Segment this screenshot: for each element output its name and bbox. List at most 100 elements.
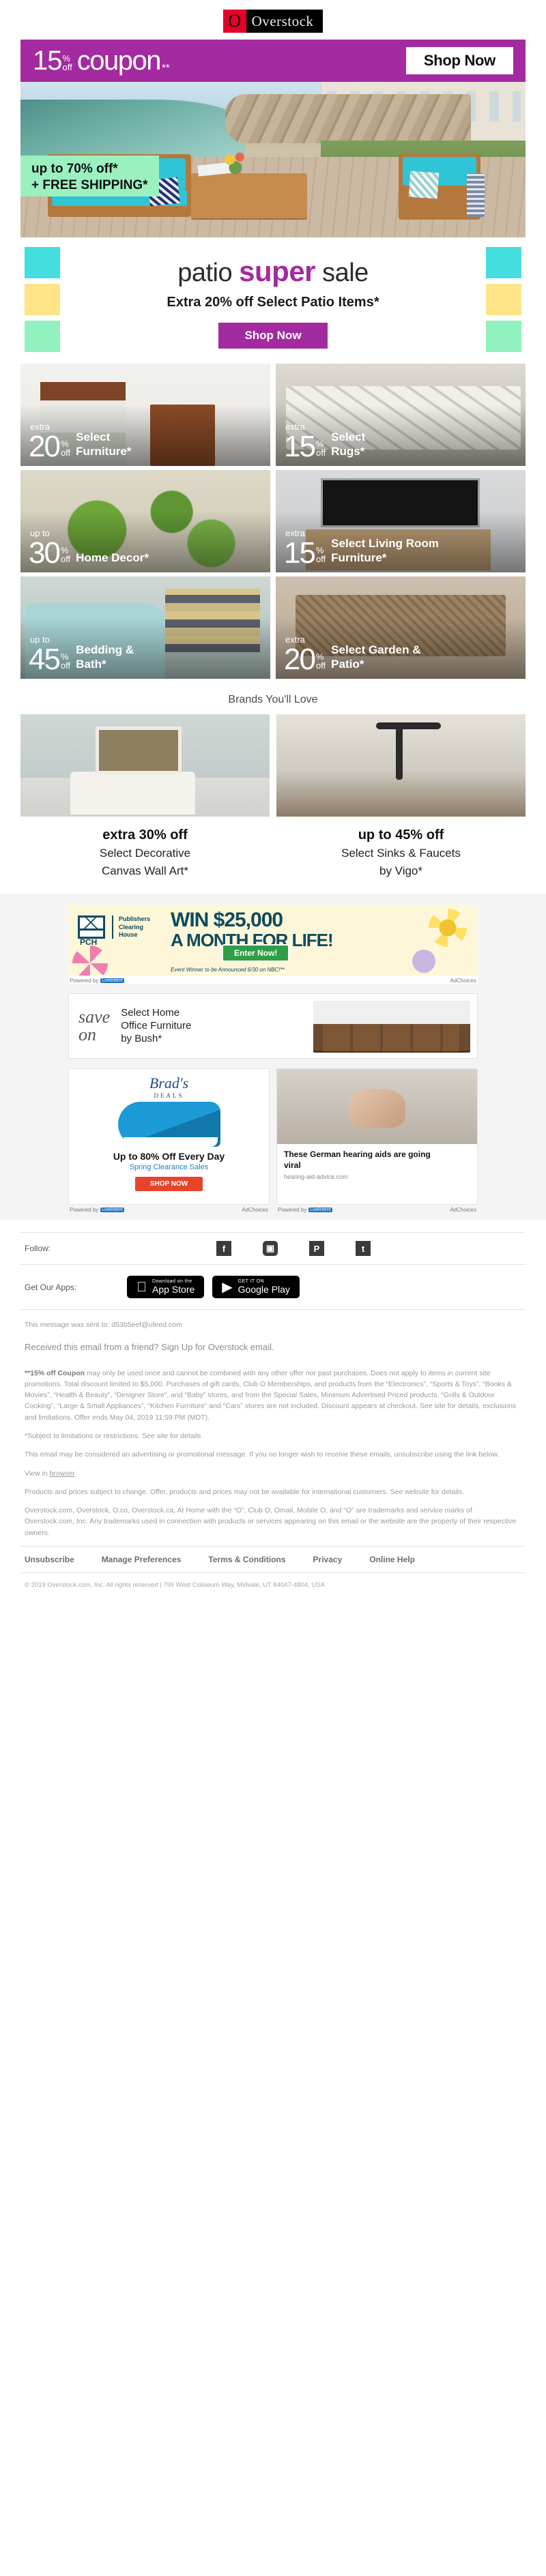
swatch-teal	[486, 247, 521, 278]
sale-subtitle: Extra 20% off Select Patio Items*	[167, 295, 379, 310]
pch-headline-line1: WIN $25,000	[171, 909, 283, 932]
hero-offer-badge: up to 70% off* + FREE SHIPPING*	[20, 156, 159, 196]
pch-word-line3: House	[119, 931, 138, 938]
brand-headline: up to 45% off	[358, 828, 444, 843]
browser-link[interactable]: browser	[50, 1469, 75, 1478]
tile-off: off	[315, 660, 326, 671]
offer-tile-bedding-bath[interactable]: up to 45 % off Bedding & Bath*	[20, 576, 270, 679]
brads-subheadline: Spring Clearance Sales	[129, 1163, 209, 1172]
offer-tile-garden-patio[interactable]: extra 20 % off Select Garden & Patio*	[276, 576, 526, 679]
tile-off: off	[60, 448, 71, 458]
friend-signup-text[interactable]: Received this email from a friend? Sign …	[25, 1341, 521, 1354]
left-color-swatches	[25, 247, 60, 357]
coupon-off-word: off	[62, 62, 72, 72]
hearing-ad-meta: Powered by LiveIntent AdChoices	[276, 1205, 478, 1213]
brands-grid: extra 30% off Select Decorative Canvas W…	[20, 714, 526, 879]
swatch-mint	[25, 321, 60, 352]
bush-line2: Office Furniture	[121, 1019, 192, 1031]
brand-card-canvas-art[interactable]: extra 30% off Select Decorative Canvas W…	[20, 714, 270, 879]
pch-enter-now-button[interactable]: Enter Now!	[222, 944, 290, 963]
brands-section-title: Brands You'll Love	[228, 694, 318, 705]
pch-abbr: PCH	[80, 937, 98, 948]
facebook-icon[interactable]: f	[216, 1241, 231, 1257]
offer-tile-rugs[interactable]: extra 15 % off Select Rugs*	[276, 364, 526, 466]
sale-shop-now-button[interactable]: Shop Now	[218, 323, 328, 349]
offer-tile-living-room[interactable]: extra 15 % off Select Living Room Furnit…	[276, 470, 526, 572]
trademark-note: Overstock.com, Overstock, O.co, Overstoc…	[25, 1506, 517, 1537]
promotional-note: This email may be considered an advertis…	[25, 1450, 500, 1459]
adchoices-link[interactable]: AdChoices	[450, 1207, 476, 1213]
brand-header: O Overstock	[0, 0, 546, 40]
tile-number: 15	[284, 536, 316, 570]
hero-patio-image[interactable]: up to 70% off* + FREE SHIPPING*	[20, 82, 526, 237]
google-play-button[interactable]: ▶ GET IT ON Google Play	[212, 1276, 300, 1299]
pch-banner[interactable]: PCH Publishers Clearing House WIN $25,00…	[68, 905, 478, 976]
brads-logo-sub: DEALS	[154, 1092, 184, 1100]
powered-by-label: Powered by	[278, 1207, 307, 1214]
offer-tile-home-decor[interactable]: up to 30 % off Home Decor*	[20, 470, 270, 572]
bush-save-group: save on	[78, 1008, 110, 1044]
tile-label: Bedding & Bath*	[76, 643, 134, 672]
overstock-logo[interactable]: O Overstock	[222, 10, 324, 33]
tile-label-line1: Select	[76, 430, 111, 443]
pinterest-icon[interactable]: P	[309, 1241, 324, 1257]
tile-number: 15	[284, 429, 316, 463]
powered-by-label: Powered by	[70, 1207, 99, 1214]
tile-label-line1: Select Garden &	[331, 643, 421, 656]
patio-super-sale-section: patio super sale Extra 20% off Select Pa…	[20, 237, 526, 364]
app-store-button[interactable]:  Download on the App Store	[127, 1276, 205, 1299]
coupon-text: 15 % off coupon **	[33, 47, 406, 74]
instagram-icon[interactable]: ▣	[263, 1241, 278, 1257]
tile-label-line2: Patio*	[331, 657, 364, 671]
coupon-section: 15 % off coupon ** Shop Now up to 70% of…	[20, 40, 526, 237]
pch-ad[interactable]: PCH Publishers Clearing House WIN $25,00…	[68, 905, 478, 984]
app-download-bar: Get Our Apps:  Download on the App Stor…	[20, 1265, 526, 1311]
advertisement-zone: PCH Publishers Clearing House WIN $25,00…	[0, 894, 546, 1220]
adchoices-link[interactable]: AdChoices	[242, 1207, 268, 1213]
brads-shop-now-button[interactable]: SHOP NOW	[134, 1177, 203, 1192]
hearing-aids-ad[interactable]: These German hearing aids are going vira…	[276, 1068, 478, 1205]
subject-to-note: *Subject to limitations or restrictions.…	[25, 1432, 201, 1440]
tile-offer: 20 % off Select Furniture*	[29, 430, 263, 461]
offer-tile-furniture[interactable]: extra 20 % off Select Furniture*	[20, 364, 270, 466]
coupon-bar: 15 % off coupon ** Shop Now	[20, 40, 526, 82]
adchoices-link[interactable]: AdChoices	[450, 978, 476, 984]
brads-deals-ad[interactable]: Brad's DEALS Up to 80% Off Every Day Spr…	[68, 1068, 270, 1205]
bush-save-word: save	[78, 1007, 111, 1027]
flower-pink-icon	[72, 946, 108, 976]
patio-chair-decoration	[399, 154, 485, 220]
view-in-browser: View in browser	[25, 1468, 521, 1479]
tile-label: Select Rugs*	[331, 430, 365, 459]
brads-logo: Brad's DEALS	[69, 1069, 269, 1099]
brads-headline: Up to 80% Off Every Day	[113, 1151, 225, 1162]
coupon-shop-now-button[interactable]: Shop Now	[405, 47, 513, 74]
brand-sub-line2: by Vigo*	[379, 864, 422, 878]
sinks-faucets-photo	[276, 714, 526, 817]
tile-pct: %	[60, 438, 69, 449]
hearing-headline-line1: These German hearing aids are going	[284, 1150, 431, 1160]
swatch-mint	[486, 321, 521, 352]
tile-offer: 45 % off Bedding & Bath*	[29, 643, 263, 674]
twitter-icon[interactable]: t	[356, 1241, 371, 1257]
bush-line1: Select Home	[121, 1007, 180, 1019]
terms-conditions-link[interactable]: Terms & Conditions	[208, 1555, 285, 1564]
powered-by-label: Powered by	[70, 978, 99, 984]
privacy-link[interactable]: Privacy	[313, 1555, 343, 1564]
overstock-wordmark: Overstock	[251, 12, 314, 29]
unsubscribe-link[interactable]: Unsubscribe	[25, 1555, 74, 1564]
bush-desk-photo	[313, 1001, 470, 1053]
hero-badge-line1: up to 70% off*	[31, 162, 118, 176]
brand-card-vigo-sinks[interactable]: up to 45% off Select Sinks & Faucets by …	[276, 714, 526, 879]
pch-ad-meta: Powered by LiveIntent AdChoices	[68, 976, 478, 984]
copyright-text: © 2019 Overstock.com, Inc. All rights re…	[25, 1581, 325, 1589]
manage-preferences-link[interactable]: Manage Preferences	[102, 1555, 182, 1564]
swatch-teal	[25, 247, 60, 278]
bottom-ad-row: Brad's DEALS Up to 80% Off Every Day Spr…	[68, 1068, 478, 1213]
apple-icon: 	[136, 1280, 147, 1294]
liveintent-badge: LiveIntent	[308, 1208, 332, 1213]
bush-furniture-ad[interactable]: save on Select Home Office Furniture by …	[68, 993, 478, 1059]
hearing-source: hearing-aid-advice.com	[284, 1173, 348, 1181]
brand-sub-line1: Select Decorative	[99, 847, 191, 860]
footer-links: Unsubscribe Manage Preferences Terms & C…	[20, 1545, 526, 1573]
online-help-link[interactable]: Online Help	[369, 1555, 415, 1564]
